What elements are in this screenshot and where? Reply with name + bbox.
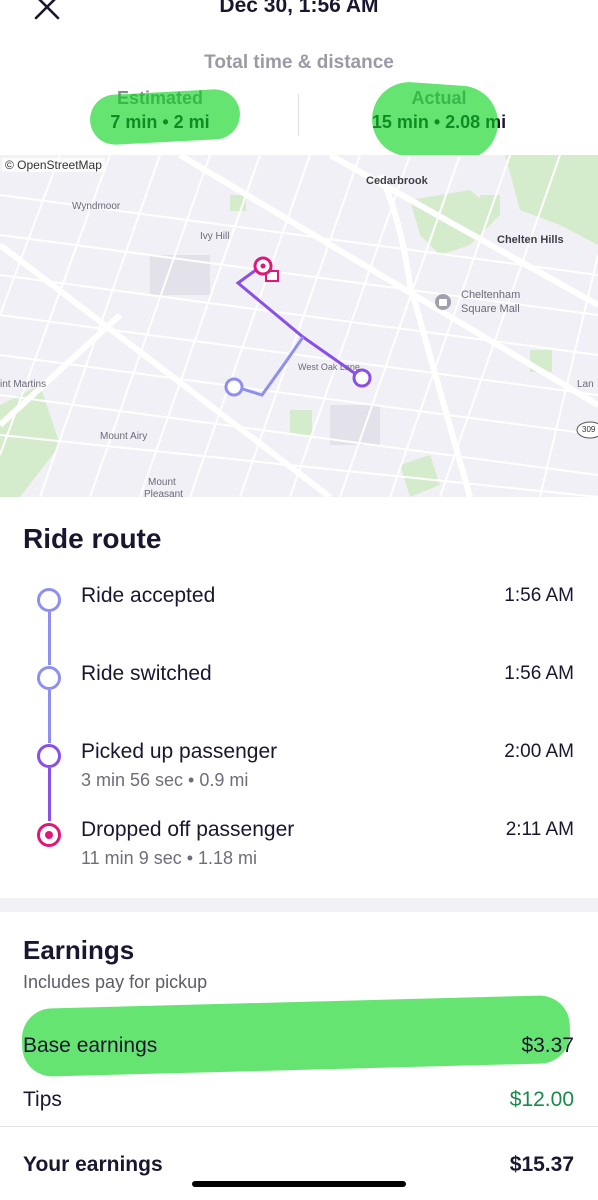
dropoff-dot-center [45, 831, 53, 839]
page-title: Dec 30, 1:56 AM [219, 0, 379, 17]
summary-heading: Total time & distance [204, 52, 394, 73]
step-sub-dropped-off: 11 min 9 sec • 1.18 mi [81, 848, 258, 868]
step-dot-picked-up [37, 744, 61, 768]
step-dot-accepted [37, 588, 61, 612]
map-label-mount: Mount [148, 477, 176, 488]
timeline-line-1 [48, 612, 51, 665]
step-label-dropped-off: Dropped off passenger [81, 818, 295, 841]
map-label-chelten-hills: Chelten Hills [497, 234, 564, 246]
tips-row: Tips $12.00 [23, 1088, 574, 1112]
step-label-switched: Ride switched [81, 662, 212, 685]
base-earnings-row: Base earnings $3.37 [23, 1034, 574, 1058]
map-label-mount-airy: Mount Airy [100, 431, 148, 442]
map-label-cheltenham: Cheltenham [461, 289, 521, 301]
map-label-pleasant: Pleasant [144, 489, 183, 497]
total-earnings-label: Your earnings [23, 1153, 163, 1176]
route-map[interactable]: Cedarbrook Wyndmoor Ivy Hill Chelten Hil… [0, 155, 598, 497]
section-separator [0, 898, 598, 912]
base-earnings-label: Base earnings [23, 1034, 158, 1057]
step-label-accepted: Ride accepted [81, 584, 216, 607]
redaction-mark-actual [369, 79, 501, 163]
step-time-accepted: 1:56 AM [504, 585, 574, 606]
step-dot-dropped-off [37, 823, 61, 847]
tips-label: Tips [23, 1088, 62, 1111]
home-indicator[interactable] [192, 1181, 406, 1187]
total-divider [0, 1126, 598, 1127]
step-time-picked-up: 2:00 AM [504, 741, 574, 762]
top-bar: Dec 30, 1:56 AM [0, 0, 598, 40]
total-earnings-value: $15.37 [509, 1153, 574, 1176]
timeline-line-2 [48, 690, 51, 743]
step-time-dropped-off: 2:11 AM [505, 819, 574, 840]
map-label-st-martins: int Martins [0, 379, 47, 390]
map-attribution[interactable]: © OpenStreetMap [2, 158, 105, 172]
map-label-cedarbrook: Cedarbrook [366, 175, 428, 187]
step-dot-switched [37, 666, 61, 690]
earnings-subtitle: Includes pay for pickup [23, 972, 208, 992]
map-label-west-oak-lane: West Oak Lane [298, 362, 360, 372]
step-sub-picked-up: 3 min 56 sec • 0.9 mi [81, 770, 249, 790]
map-label-lan: Lan [577, 379, 594, 390]
ride-route-title: Ride route [23, 523, 162, 554]
step-label-picked-up: Picked up passenger [81, 740, 278, 763]
earnings-title: Earnings [23, 935, 135, 965]
map-label-ivy-hill: Ivy Hill [200, 231, 230, 242]
step-time-switched: 1:56 AM [504, 663, 574, 684]
tips-value: $12.00 [509, 1088, 574, 1111]
redaction-mark-estimated [88, 88, 242, 146]
map-label-wyndmoor: Wyndmoor [72, 201, 121, 212]
map-label-square-mall: Square Mall [461, 303, 520, 315]
base-earnings-value: $3.37 [521, 1034, 574, 1057]
timeline-line-3 [48, 768, 51, 821]
total-earnings-row: Your earnings $15.37 [23, 1153, 574, 1177]
route-309-icon: 309 [582, 425, 596, 434]
